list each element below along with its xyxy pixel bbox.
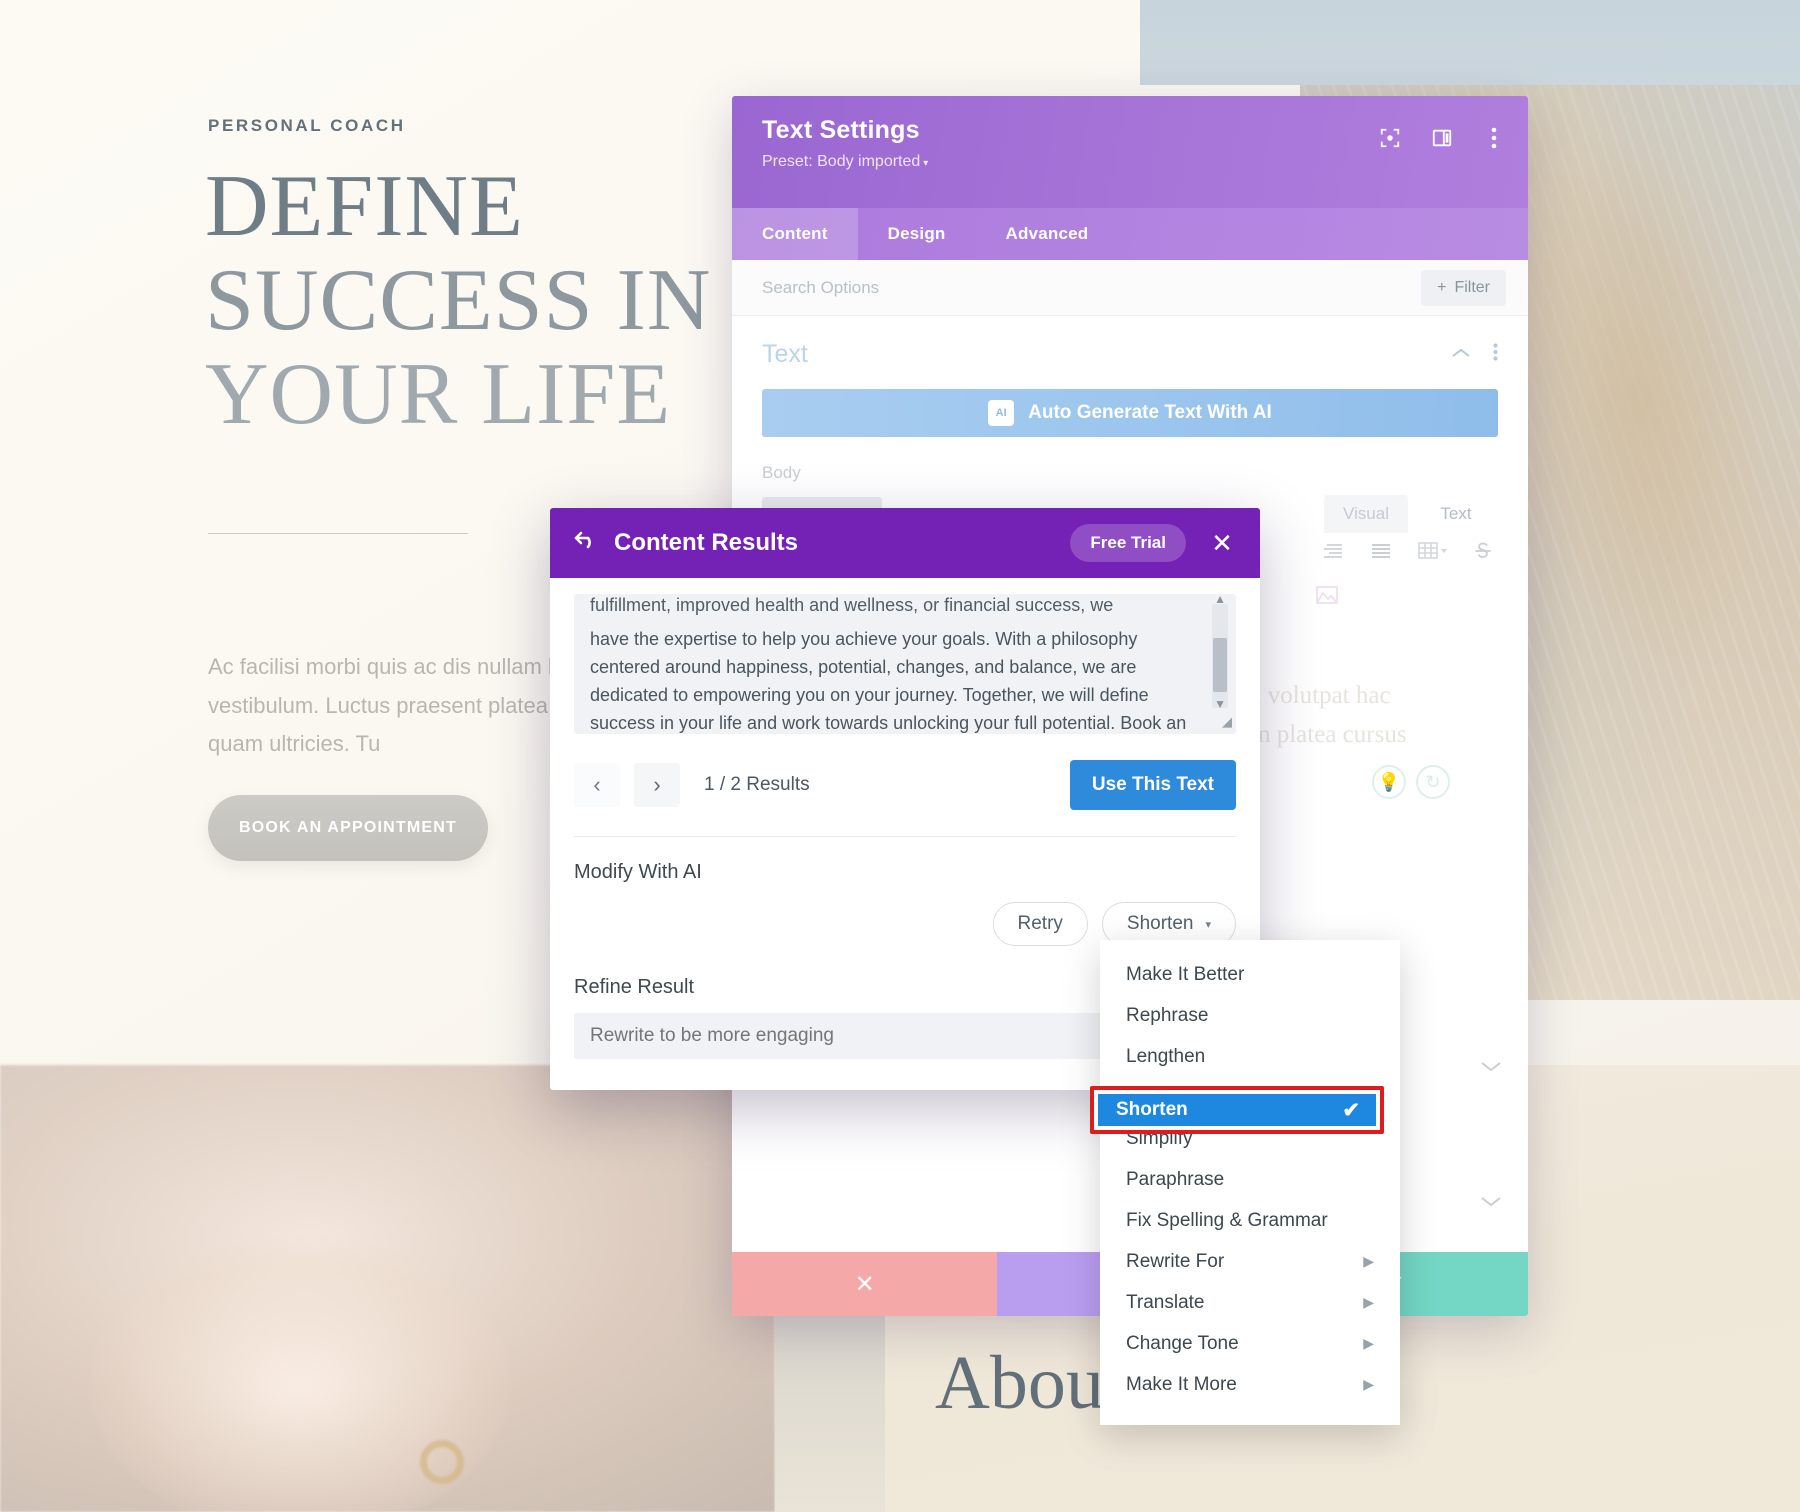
strikethrough-icon[interactable]	[1474, 541, 1492, 566]
layout-icon[interactable]	[1430, 126, 1454, 150]
collapse-chevron-1[interactable]	[1480, 1056, 1502, 1079]
tab-advanced[interactable]: Advanced	[976, 208, 1119, 260]
check-icon: ✔	[1342, 1098, 1360, 1122]
section-icon-group	[1451, 343, 1498, 366]
result-text: have the expertise to help you achieve y…	[590, 629, 1187, 733]
content-results-title: Content Results	[614, 529, 799, 556]
filter-button[interactable]: + Filter	[1421, 270, 1506, 306]
result-textarea[interactable]: fulfillment, improved health and wellnes…	[574, 594, 1236, 734]
use-this-text-button[interactable]: Use This Text	[1069, 760, 1236, 810]
book-appointment-button[interactable]: BOOK AN APPOINTMENT	[208, 795, 488, 861]
chevron-down-icon: ▾	[1205, 918, 1211, 931]
chevron-right-icon: ▶	[1363, 1335, 1374, 1351]
tab-visual[interactable]: Visual	[1324, 495, 1408, 533]
menu-label: Shorten	[1116, 1099, 1188, 1120]
ghost-icon-group: 💡 ↻	[1372, 765, 1450, 799]
preset-selector[interactable]: Preset: Body imported ▾	[762, 153, 1502, 171]
body-field-label: Body	[762, 463, 801, 482]
refine-input[interactable]	[574, 1013, 1164, 1059]
divider	[574, 836, 1236, 837]
chevron-up-icon[interactable]	[1451, 346, 1471, 364]
scrollbar-thumb[interactable]	[1213, 638, 1227, 692]
result-text-clipped: fulfillment, improved health and wellnes…	[590, 595, 1114, 615]
next-result-button[interactable]: ›	[634, 763, 680, 807]
previous-result-button[interactable]: ‹	[574, 763, 620, 807]
top-right-panel	[1140, 0, 1800, 85]
bottom-left-photo	[0, 1065, 775, 1512]
refresh-icon: ↻	[1416, 765, 1450, 799]
menu-item-paraphrase[interactable]: Paraphrase	[1100, 1159, 1400, 1200]
text-settings-body: Text AI Auto Generate Text With AI Body	[732, 316, 1528, 1207]
menu-label: Paraphrase	[1126, 1168, 1225, 1190]
retry-button[interactable]: Retry	[992, 902, 1088, 946]
back-arrow-icon[interactable]	[574, 530, 598, 556]
menu-label: Lengthen	[1126, 1045, 1206, 1067]
text-section-header: Text	[762, 340, 1498, 369]
media-icon[interactable]	[1316, 585, 1338, 610]
editor-mode-tabs: Visual Text	[1324, 495, 1498, 533]
section-title-text: Text	[762, 340, 808, 368]
hero-divider	[208, 533, 468, 534]
ai-button-label: Auto Generate Text With AI	[1028, 402, 1272, 423]
text-settings-header: Text Settings Preset: Body imported ▾	[732, 96, 1528, 208]
menu-label: Fix Spelling & Grammar	[1126, 1209, 1328, 1231]
plus-icon: +	[1437, 279, 1447, 296]
header-icon-group	[1378, 126, 1506, 150]
menu-item-shorten-highlight: Shorten ✔	[1090, 1086, 1384, 1134]
preset-label: Preset: Body imported	[762, 153, 921, 170]
menu-item-rewrite-for[interactable]: Rewrite For ▶	[1100, 1241, 1400, 1282]
tab-design[interactable]: Design	[858, 208, 976, 260]
chevron-right-icon: ▶	[1363, 1376, 1374, 1392]
resize-handle[interactable]: ◢	[1222, 712, 1232, 732]
hero-eyebrow: PERSONAL COACH	[208, 116, 406, 135]
search-input[interactable]: Search Options	[762, 278, 879, 298]
align-justify-icon[interactable]	[1370, 543, 1392, 564]
tab-text[interactable]: Text	[1414, 495, 1498, 533]
results-counter: 1 / 2 Results	[704, 774, 810, 795]
menu-item-translate[interactable]: Translate ▶	[1100, 1282, 1400, 1323]
menu-item-rephrase[interactable]: Rephrase	[1100, 995, 1400, 1036]
menu-item-make-it-more[interactable]: Make It More ▶	[1100, 1364, 1400, 1405]
more-vertical-icon[interactable]	[1482, 126, 1506, 150]
menu-label: Change Tone	[1126, 1332, 1239, 1354]
menu-label: Make It More	[1126, 1373, 1237, 1395]
close-icon[interactable]: ✕	[1202, 528, 1242, 559]
menu-label: Rephrase	[1126, 1004, 1209, 1026]
menu-label: Rewrite For	[1126, 1250, 1225, 1272]
free-trial-badge[interactable]: Free Trial	[1070, 524, 1186, 562]
menu-label: Make It Better	[1126, 963, 1245, 985]
discard-button[interactable]: ✕	[732, 1252, 998, 1316]
auto-generate-text-with-ai-button[interactable]: AI Auto Generate Text With AI	[762, 389, 1498, 437]
align-right-icon[interactable]	[1322, 543, 1344, 564]
menu-item-lengthen[interactable]: Lengthen	[1100, 1036, 1400, 1077]
text-settings-tabs: Content Design Advanced	[732, 208, 1528, 260]
menu-item-make-it-better[interactable]: Make It Better	[1100, 954, 1400, 995]
table-icon[interactable]	[1418, 542, 1448, 565]
modify-with-ai-label: Modify With AI	[574, 861, 702, 883]
results-nav-row: ‹ › 1 / 2 Results Use This Text	[574, 760, 1236, 810]
menu-item-shorten[interactable]: Shorten ✔	[1098, 1094, 1376, 1126]
more-vertical-icon[interactable]	[1493, 343, 1498, 366]
editor-toolbar	[1322, 541, 1492, 566]
collapse-chevron-2[interactable]	[1480, 1191, 1502, 1214]
modify-with-ai-dropdown-menu: Make It Better Rephrase Lengthen Simplif…	[1100, 940, 1400, 1425]
tab-content[interactable]: Content	[732, 208, 858, 260]
fullscreen-icon[interactable]	[1378, 126, 1402, 150]
ai-icon: AI	[988, 400, 1015, 426]
lightbulb-icon: 💡	[1372, 765, 1406, 799]
scroll-up-icon[interactable]: ▲	[1214, 594, 1226, 609]
menu-item-change-tone[interactable]: Change Tone ▶	[1100, 1323, 1400, 1364]
textarea-scrollbar[interactable]	[1212, 604, 1228, 708]
menu-item-fix-spelling-grammar[interactable]: Fix Spelling & Grammar	[1100, 1200, 1400, 1241]
content-results-header: Content Results Free Trial ✕	[550, 508, 1260, 578]
chevron-right-icon: ▶	[1363, 1294, 1374, 1310]
search-options-bar: Search Options + Filter	[732, 260, 1528, 316]
chevron-down-icon: ▾	[923, 158, 929, 169]
shorten-label: Shorten	[1126, 913, 1194, 934]
chevron-right-icon: ▶	[1363, 1253, 1374, 1269]
decorative-ring	[420, 1440, 464, 1484]
menu-label: Translate	[1126, 1291, 1205, 1313]
filter-label: Filter	[1454, 279, 1490, 296]
